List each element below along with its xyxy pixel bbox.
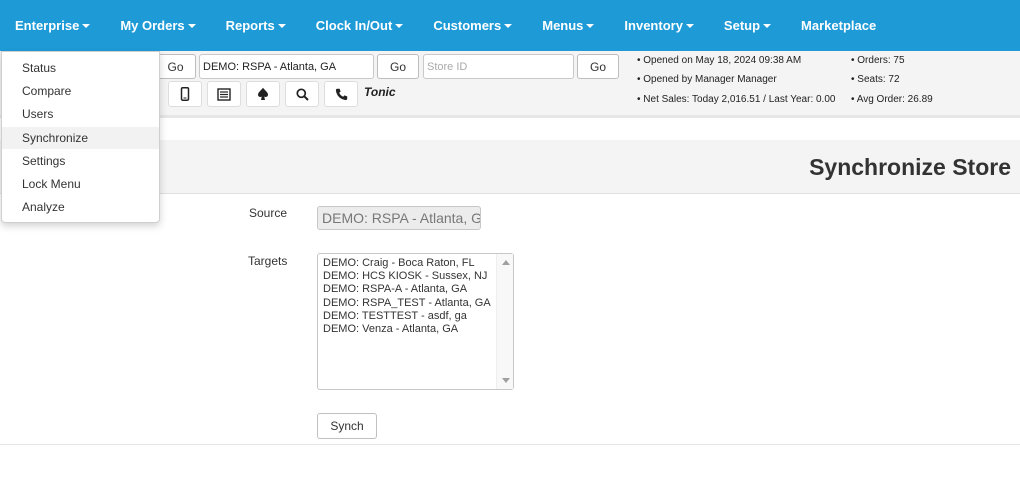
opened-by-text: • Opened by Manager Manager bbox=[637, 74, 777, 85]
menu-item-compare[interactable]: Compare bbox=[2, 80, 159, 102]
caret-down-icon bbox=[685, 24, 694, 28]
scroll-up-arrow-icon[interactable] bbox=[502, 260, 510, 265]
nav-label: Clock In/Out bbox=[315, 18, 393, 33]
menu-item-lock-menu[interactable]: Lock Menu bbox=[2, 173, 159, 195]
targets-scrollbar[interactable] bbox=[496, 254, 513, 389]
nav-reports[interactable]: Reports bbox=[226, 18, 286, 33]
target-option[interactable]: DEMO: HCS KIOSK - Sussex, NJ bbox=[323, 270, 491, 283]
store-id-input[interactable]: Store ID bbox=[423, 54, 574, 79]
nav-label: Inventory bbox=[624, 18, 683, 33]
mobile-button[interactable] bbox=[168, 81, 202, 107]
caret-down-icon bbox=[586, 24, 595, 28]
nav-marketplace[interactable]: Marketplace bbox=[801, 18, 876, 33]
targets-listbox[interactable]: DEMO: Craig - Boca Raton, FL DEMO: HCS K… bbox=[317, 253, 514, 390]
nav-label: Enterprise bbox=[15, 18, 80, 33]
nav-label: Customers bbox=[433, 18, 502, 33]
net-sales-text: • Net Sales: Today 2,016.51 / Last Year:… bbox=[637, 94, 836, 105]
mobile-icon bbox=[180, 87, 190, 101]
nav-enterprise[interactable]: Enterprise bbox=[15, 18, 91, 33]
nav-my-orders[interactable]: My Orders bbox=[120, 18, 196, 33]
nav-setup[interactable]: Setup bbox=[723, 18, 772, 33]
caret-down-icon bbox=[504, 24, 513, 28]
page-title: Synchronize Store bbox=[809, 154, 1011, 180]
caret-down-icon bbox=[763, 24, 772, 28]
phone-icon bbox=[335, 88, 347, 100]
list-button[interactable] bbox=[207, 81, 241, 107]
orders-text: • Orders: 75 bbox=[851, 55, 905, 66]
targets-label: Targets bbox=[248, 254, 288, 268]
spade-icon bbox=[258, 87, 268, 100]
nav-label: Menus bbox=[542, 18, 584, 33]
store-select[interactable]: DEMO: RSPA - Atlanta, GA bbox=[199, 54, 374, 79]
nav-menus[interactable]: Menus bbox=[542, 18, 595, 33]
nav-label: Reports bbox=[225, 18, 275, 33]
avg-order-text: • Avg Order: 26.89 bbox=[851, 94, 933, 105]
go-button-3[interactable]: Go bbox=[577, 54, 619, 79]
caret-down-icon bbox=[395, 24, 404, 28]
nav-label: Marketplace bbox=[801, 18, 877, 33]
nav-clock-in-out[interactable]: Clock In/Out bbox=[316, 18, 404, 33]
menu-item-users[interactable]: Users bbox=[2, 103, 159, 125]
spade-button[interactable] bbox=[246, 81, 280, 107]
seats-text: • Seats: 72 bbox=[851, 74, 900, 85]
go-button-2[interactable]: Go bbox=[377, 54, 419, 79]
search-button[interactable] bbox=[285, 81, 319, 107]
caret-down-icon bbox=[277, 24, 286, 28]
enterprise-dropdown-menu: Status Compare Users Synchronize Setting… bbox=[1, 51, 160, 223]
menu-item-analyze[interactable]: Analyze bbox=[2, 196, 159, 218]
top-navbar: Enterprise My Orders Reports Clock In/Ou… bbox=[0, 0, 1020, 51]
synch-button[interactable]: Synch bbox=[317, 413, 377, 439]
nav-inventory[interactable]: Inventory bbox=[624, 18, 694, 33]
target-option[interactable]: DEMO: RSPA-A - Atlanta, GA bbox=[323, 283, 491, 296]
opened-on-text: • Opened on May 18, 2024 09:38 AM bbox=[637, 55, 802, 66]
footer-divider bbox=[0, 444, 1020, 445]
target-option[interactable]: DEMO: RSPA_TEST - Atlanta, GA bbox=[323, 297, 491, 310]
target-option[interactable]: DEMO: Craig - Boca Raton, FL bbox=[323, 257, 491, 270]
nav-label: Setup bbox=[723, 18, 761, 33]
search-icon bbox=[295, 87, 309, 101]
scroll-down-arrow-icon[interactable] bbox=[502, 378, 510, 383]
menu-item-status[interactable]: Status bbox=[2, 57, 159, 79]
caret-down-icon bbox=[187, 24, 196, 28]
target-option[interactable]: DEMO: Venza - Atlanta, GA bbox=[323, 323, 491, 336]
targets-options: DEMO: Craig - Boca Raton, FL DEMO: HCS K… bbox=[323, 257, 491, 336]
target-option[interactable]: DEMO: TESTTEST - asdf, ga bbox=[323, 310, 491, 323]
menu-item-settings[interactable]: Settings bbox=[2, 150, 159, 172]
menu-item-synchronize[interactable]: Synchronize bbox=[2, 127, 159, 149]
nav-label: My Orders bbox=[120, 18, 185, 33]
caret-down-icon bbox=[82, 24, 91, 28]
list-icon bbox=[217, 87, 231, 101]
go-button-1[interactable]: Go bbox=[155, 54, 196, 79]
brand-label: Tonic bbox=[364, 85, 396, 99]
source-label: Source bbox=[249, 206, 288, 220]
source-field: DEMO: RSPA - Atlanta, GA bbox=[317, 206, 481, 230]
phone-button[interactable] bbox=[324, 81, 358, 107]
nav-customers[interactable]: Customers bbox=[433, 18, 513, 33]
